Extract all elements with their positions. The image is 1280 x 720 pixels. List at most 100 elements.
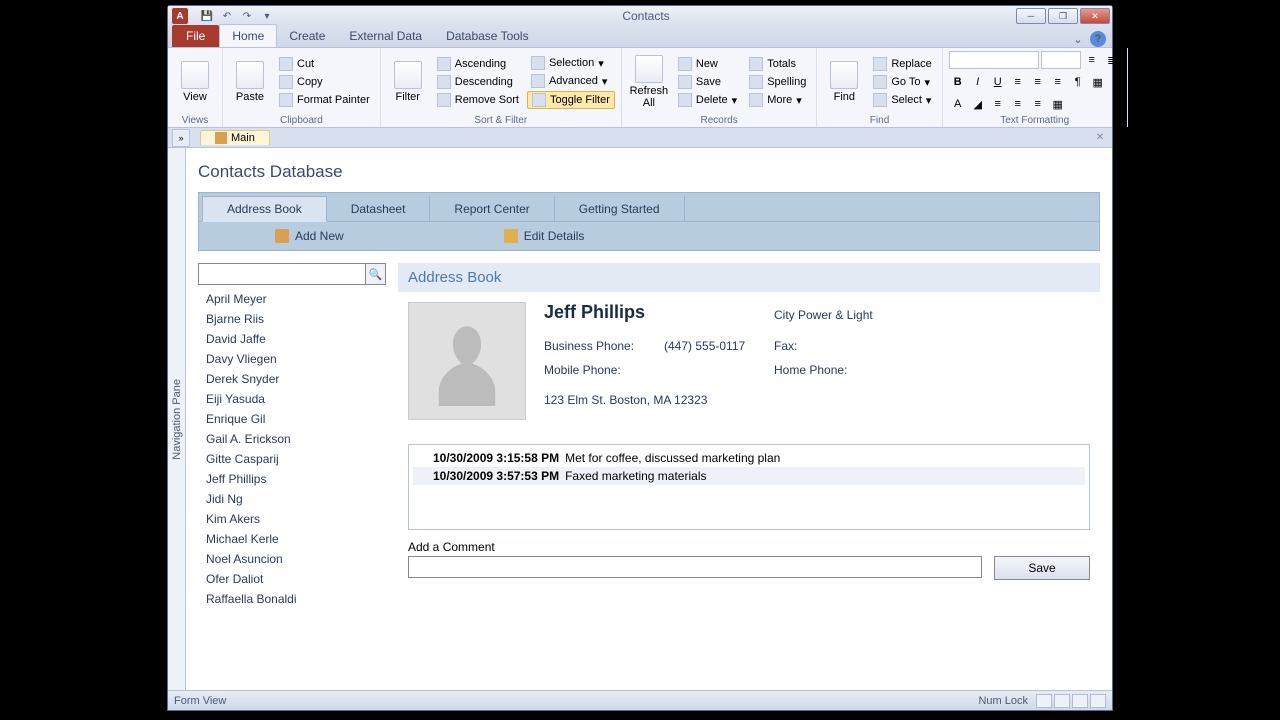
list-item[interactable]: Bjarne Riis	[198, 309, 386, 329]
list-item[interactable]: Jidi Ng	[198, 489, 386, 509]
find-icon	[830, 61, 858, 89]
list-item[interactable]: April Meyer	[198, 289, 386, 309]
document-tab-main[interactable]: Main	[200, 130, 270, 145]
navigation-pane-collapsed[interactable]: Navigation Pane	[168, 148, 186, 690]
advanced-button[interactable]: Advanced ▾	[527, 73, 615, 89]
layout-view-icon[interactable]	[1072, 694, 1088, 708]
search-button[interactable]: 🔍	[365, 264, 385, 284]
create-tab[interactable]: Create	[277, 25, 337, 47]
filter-button[interactable]: Filter	[387, 50, 429, 114]
minimize-ribbon-icon[interactable]: ⌄	[1070, 31, 1086, 47]
file-tab[interactable]: File	[172, 25, 219, 47]
list-item[interactable]: Michael Kerle	[198, 529, 386, 549]
navpane-toggle-button[interactable]: »	[172, 129, 190, 147]
tab-report-center[interactable]: Report Center	[430, 196, 554, 221]
more-button[interactable]: More ▾	[745, 92, 810, 108]
home-phone-label: Home Phone:	[774, 363, 874, 377]
replace-button[interactable]: Replace	[869, 56, 935, 72]
bullet-list-icon[interactable]: ≡	[1083, 51, 1101, 69]
text-direction-icon[interactable]: ¶	[1069, 73, 1087, 91]
list-item[interactable]: Noel Asuncion	[198, 549, 386, 569]
selection-icon	[531, 56, 545, 70]
font-family-combo[interactable]	[949, 51, 1039, 69]
help-icon[interactable]: ?	[1090, 31, 1106, 47]
list-item[interactable]: Eiji Yasuda	[198, 389, 386, 409]
note-row: 10/30/2009 3:57:53 PMFaxed marketing mat…	[413, 467, 1085, 485]
italic-button[interactable]: I	[969, 73, 987, 91]
descending-button[interactable]: Descending	[433, 74, 523, 90]
list-item[interactable]: Jeff Phillips	[198, 469, 386, 489]
list-item[interactable]: Ofer Daliot	[198, 569, 386, 589]
restore-button[interactable]: ❐	[1048, 8, 1078, 24]
tab-address-book[interactable]: Address Book	[202, 196, 327, 222]
list-item[interactable]: Enrique Gil	[198, 409, 386, 429]
list-item[interactable]: Gitte Casparij	[198, 449, 386, 469]
undo-icon[interactable]: ↶	[218, 8, 236, 24]
cut-button[interactable]: Cut	[275, 56, 374, 72]
document-tab-close-icon[interactable]: ✕	[1092, 130, 1108, 146]
edit-details-button[interactable]: Edit Details	[444, 227, 645, 245]
totals-button[interactable]: Totals	[745, 56, 810, 72]
alt-row-color-icon[interactable]: ▦	[1049, 95, 1067, 113]
format-painter-button[interactable]: Format Painter	[275, 92, 374, 108]
spelling-button[interactable]: Spelling	[745, 74, 810, 90]
remove-sort-button[interactable]: Remove Sort	[433, 92, 523, 108]
number-list-icon[interactable]: ≣	[1103, 51, 1121, 69]
align-center-icon[interactable]: ≡	[1029, 73, 1047, 91]
list-item[interactable]: Raffaella Bonaldi	[198, 589, 386, 609]
redo-icon[interactable]: ↷	[238, 8, 256, 24]
list-item[interactable]: Gail A. Erickson	[198, 429, 386, 449]
paste-button[interactable]: Paste	[229, 50, 271, 114]
align-right-2-icon[interactable]: ≡	[1029, 95, 1047, 113]
titlebar: A 💾 ↶ ↷ ▾ Contacts ─ ❐ ✕	[168, 6, 1112, 26]
select-button[interactable]: Select ▾	[869, 92, 935, 108]
save-record-button[interactable]: Save	[674, 74, 741, 90]
ascending-button[interactable]: Ascending	[433, 56, 523, 72]
bold-button[interactable]: B	[949, 73, 967, 91]
underline-button[interactable]: U	[989, 73, 1007, 91]
contact-list[interactable]: April MeyerBjarne RiisDavid JaffeDavy Vl…	[198, 289, 386, 609]
align-center-2-icon[interactable]: ≡	[1009, 95, 1027, 113]
refresh-all-button[interactable]: Refresh All	[628, 50, 670, 114]
delete-button[interactable]: Delete ▾	[674, 92, 741, 108]
fax-label: Fax:	[774, 339, 874, 353]
external-data-tab[interactable]: External Data	[337, 25, 434, 47]
find-button[interactable]: Find	[823, 50, 865, 114]
minimize-button[interactable]: ─	[1016, 8, 1046, 24]
add-new-button[interactable]: Add New	[215, 227, 404, 245]
form-view-icon[interactable]	[1036, 694, 1052, 708]
gridlines-icon[interactable]: ▦	[1089, 73, 1107, 91]
copy-button[interactable]: Copy	[275, 74, 374, 90]
tab-getting-started[interactable]: Getting Started	[555, 196, 685, 221]
font-size-combo[interactable]	[1041, 51, 1081, 69]
list-item[interactable]: David Jaffe	[198, 329, 386, 349]
datasheet-view-icon[interactable]	[1054, 694, 1070, 708]
align-left-2-icon[interactable]: ≡	[989, 95, 1007, 113]
home-tab[interactable]: Home	[219, 24, 277, 47]
list-item[interactable]: Kim Akers	[198, 509, 386, 529]
new-button[interactable]: New	[674, 56, 741, 72]
save-icon[interactable]: 💾	[198, 8, 216, 24]
selection-button[interactable]: Selection ▾	[527, 55, 615, 71]
align-right-icon[interactable]: ≡	[1049, 73, 1067, 91]
goto-button[interactable]: Go To ▾	[869, 74, 935, 90]
comment-input[interactable]	[408, 556, 982, 578]
save-button[interactable]: Save	[994, 556, 1090, 580]
view-button[interactable]: View	[174, 50, 216, 114]
qat-customize-icon[interactable]: ▾	[258, 8, 276, 24]
fax-value	[874, 339, 1090, 353]
contact-name: Jeff Phillips	[544, 302, 774, 329]
fill-color-icon[interactable]: ◢	[969, 95, 987, 113]
database-tools-tab[interactable]: Database Tools	[434, 25, 541, 47]
design-view-icon[interactable]	[1090, 694, 1106, 708]
close-button[interactable]: ✕	[1080, 8, 1110, 24]
list-item[interactable]: Derek Snyder	[198, 369, 386, 389]
align-left-icon[interactable]: ≡	[1009, 73, 1027, 91]
font-color-icon[interactable]: A	[949, 95, 967, 113]
list-item[interactable]: Davy Vliegen	[198, 349, 386, 369]
status-bar: Form View Num Lock	[168, 690, 1112, 710]
search-input[interactable]	[199, 264, 365, 284]
toggle-filter-button[interactable]: Toggle Filter	[527, 91, 615, 109]
tab-datasheet[interactable]: Datasheet	[327, 196, 431, 221]
replace-icon	[873, 57, 887, 71]
